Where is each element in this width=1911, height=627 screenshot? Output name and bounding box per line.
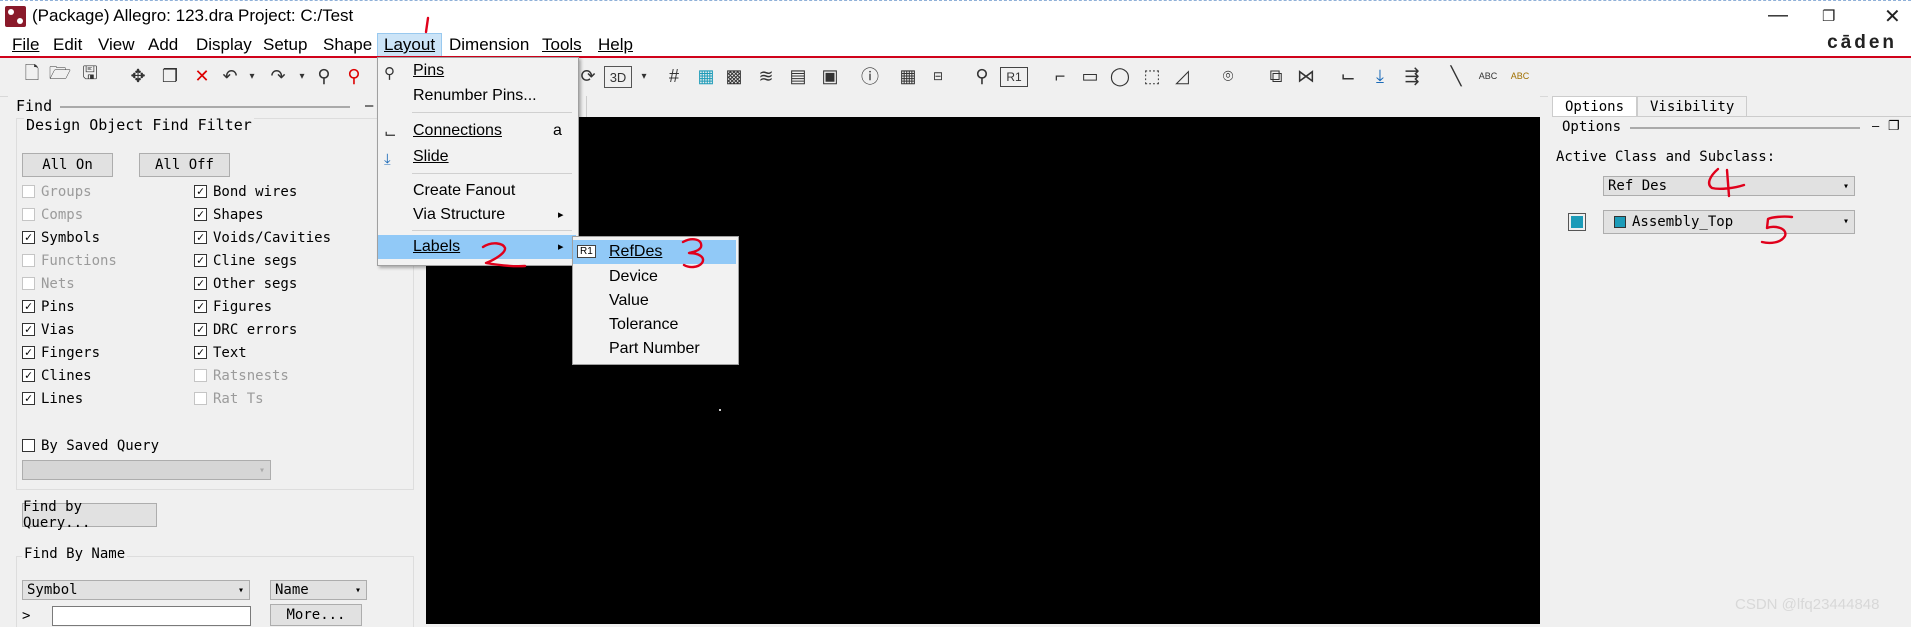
annotation-3 (681, 238, 705, 269)
watermark: CSDN @lfq23444848 (1735, 596, 1880, 613)
annotation-4 (1707, 167, 1746, 198)
annotation-5 (1760, 215, 1794, 245)
annotation-1 (424, 16, 430, 34)
annotation-2 (481, 242, 527, 268)
annotation-overlay (424, 16, 1794, 269)
